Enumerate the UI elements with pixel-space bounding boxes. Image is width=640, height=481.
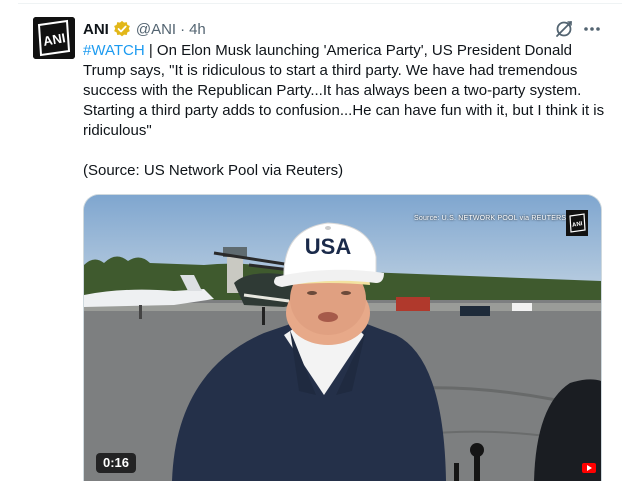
author-name[interactable]: ANI <box>83 21 109 38</box>
tweet-source-line: (Source: US Network Pool via Reuters) <box>83 162 344 179</box>
tweet-text: #WATCH | On Elon Musk launching 'America… <box>83 41 613 141</box>
play-icon[interactable] <box>582 463 596 473</box>
tweet-timestamp[interactable]: 4h <box>189 21 206 38</box>
grok-icon[interactable] <box>554 19 574 39</box>
more-options-icon[interactable] <box>582 19 602 39</box>
video-duration-badge: 0:16 <box>96 453 137 473</box>
separator-dot: · <box>180 20 186 38</box>
cap-text: USA <box>305 234 352 259</box>
watermark-logo-icon: ANI <box>566 210 588 236</box>
top-divider <box>18 3 622 4</box>
author-avatar[interactable]: ANI <box>33 17 75 59</box>
video-frame: USA <box>84 195 601 481</box>
video-player[interactable]: USA Source: U.S. NETWORK POOL via REUTER… <box>83 194 602 481</box>
author-handle[interactable]: @ANI <box>136 21 176 38</box>
tweet-body: | On Elon Musk launching 'America Party'… <box>83 42 605 139</box>
tweet-header: ANI @ANI · 4h <box>83 18 206 40</box>
hashtag-link[interactable]: #WATCH <box>83 42 145 59</box>
video-watermark: Source: U.S. NETWORK POOL via REUTERS <box>414 215 567 222</box>
verified-badge-icon[interactable] <box>113 20 131 38</box>
svg-text:ANI: ANI <box>572 221 584 229</box>
ani-logo-icon: ANI <box>33 17 75 59</box>
